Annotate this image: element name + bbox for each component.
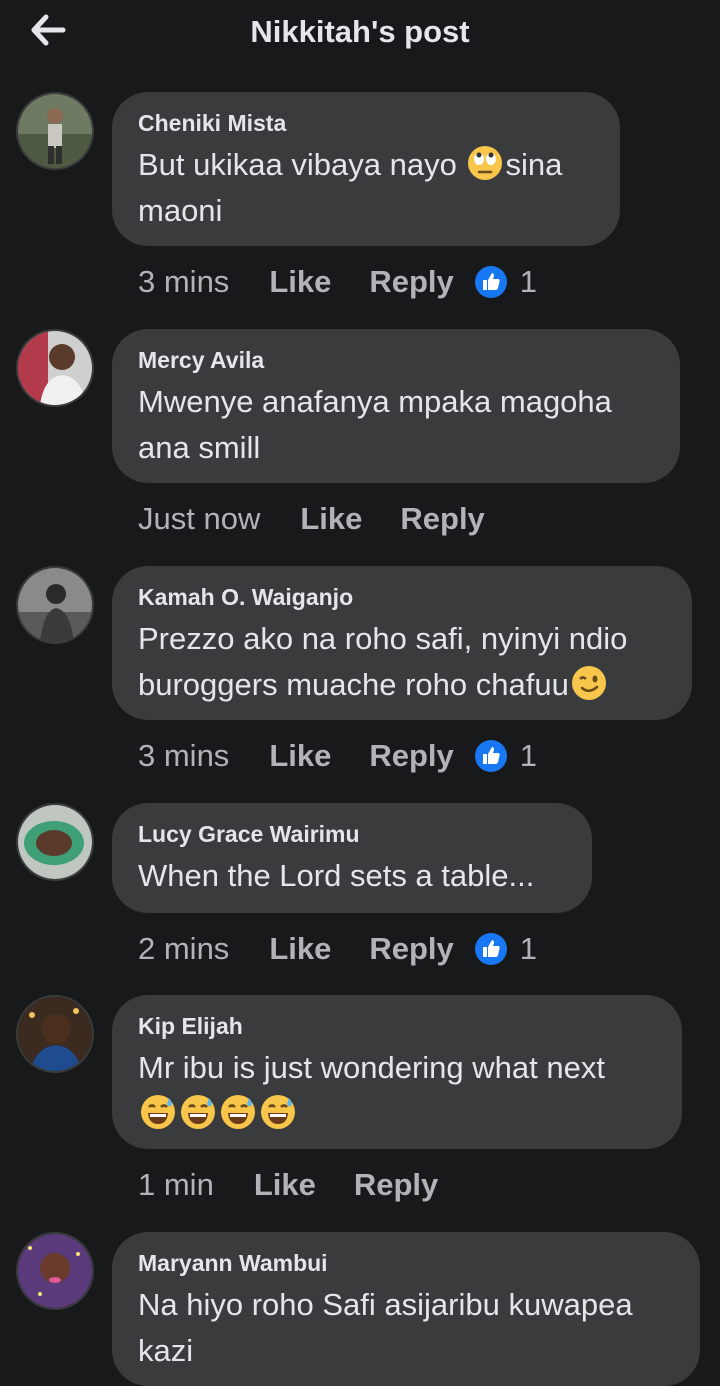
thumbs-up-icon <box>474 266 507 298</box>
avatar[interactable] <box>16 566 94 644</box>
thumbs-up-icon <box>474 740 507 772</box>
comment-bubble[interactable]: Maryann Wambui Na hiyo roho Safi asijari… <box>112 1232 700 1386</box>
like-button[interactable]: Like <box>254 1167 316 1203</box>
comment-item: Kamah O. Waiganjo Prezzo ako na roho saf… <box>0 566 720 786</box>
reply-button[interactable]: Reply <box>369 738 453 774</box>
reaction-count[interactable]: 1 <box>474 931 537 967</box>
comment-time[interactable]: 1 min <box>138 1167 214 1203</box>
reply-button[interactable]: Reply <box>354 1167 438 1203</box>
like-button[interactable]: Like <box>300 501 362 537</box>
comment-text: Na hiyo roho Safi asijaribu kuwapea kazi <box>138 1287 633 1368</box>
reply-button[interactable]: Reply <box>400 501 484 537</box>
avatar[interactable] <box>16 1232 94 1310</box>
grinning-sweat-emoji-icon <box>261 1095 295 1129</box>
comment-actions: 1 min Like Reply <box>138 1163 476 1207</box>
comment-bubble[interactable]: Cheniki Mista But ukikaa vibaya nayo sin… <box>112 92 620 246</box>
comment-text: Mr ibu is just wondering what next <box>138 1045 656 1137</box>
comment-time[interactable]: Just now <box>138 501 260 537</box>
comment-text: Prezzo ako na roho safi, nyinyi ndio bur… <box>138 621 628 702</box>
comment-bubble[interactable]: Kamah O. Waiganjo Prezzo ako na roho saf… <box>112 566 692 720</box>
avatar[interactable] <box>16 803 94 881</box>
like-button[interactable]: Like <box>269 264 331 300</box>
comment-actions: 3 mins Like Reply 1 <box>138 260 537 304</box>
comment-time[interactable]: 2 mins <box>138 931 229 967</box>
comment-text: But ukikaa vibaya nayo sina maoni <box>138 146 563 228</box>
reply-button[interactable]: Reply <box>369 931 453 967</box>
comment-text: Mwenye anafanya mpaka magoha ana smill <box>138 384 612 465</box>
comment-bubble[interactable]: Kip Elijah Mr ibu is just wondering what… <box>112 995 682 1149</box>
comment-bubble[interactable]: Lucy Grace Wairimu When the Lord sets a … <box>112 803 592 913</box>
comment-actions: Just now Like Reply <box>138 497 523 541</box>
header: Nikkitah's post <box>0 0 720 72</box>
comment-time[interactable]: 3 mins <box>138 264 229 300</box>
grinning-sweat-emoji-icon <box>221 1095 255 1129</box>
comment-author[interactable]: Cheniki Mista <box>138 106 594 140</box>
avatar[interactable] <box>16 329 94 407</box>
comment-item: Cheniki Mista But ukikaa vibaya nayo sin… <box>0 92 720 312</box>
comment-author[interactable]: Maryann Wambui <box>138 1246 674 1280</box>
comment-author[interactable]: Lucy Grace Wairimu <box>138 817 566 851</box>
like-button[interactable]: Like <box>269 738 331 774</box>
thumbs-up-icon <box>474 933 507 965</box>
comment-text: When the Lord sets a table... <box>138 858 535 893</box>
winking-face-emoji-icon <box>571 666 606 700</box>
rolling-eyes-emoji-icon <box>468 146 503 180</box>
grinning-sweat-emoji-icon <box>181 1095 215 1129</box>
avatar[interactable] <box>16 995 94 1073</box>
comment-author[interactable]: Kamah O. Waiganjo <box>138 580 666 614</box>
comment-item: Mercy Avila Mwenye anafanya mpaka magoha… <box>0 329 720 549</box>
reaction-count[interactable]: 1 <box>474 738 537 774</box>
page-title: Nikkitah's post <box>250 14 470 49</box>
reply-button[interactable]: Reply <box>369 264 453 300</box>
grinning-sweat-emoji-icon <box>141 1095 175 1129</box>
avatar[interactable] <box>16 92 94 170</box>
comment-time[interactable]: 3 mins <box>138 738 229 774</box>
comment-item: Lucy Grace Wairimu When the Lord sets a … <box>0 803 720 978</box>
comment-item: Maryann Wambui Na hiyo roho Safi asijari… <box>0 1232 720 1386</box>
comment-actions: 2 mins Like Reply 1 <box>138 927 537 971</box>
comment-author[interactable]: Mercy Avila <box>138 343 654 377</box>
comment-actions: 3 mins Like Reply 1 <box>138 734 537 778</box>
comment-bubble[interactable]: Mercy Avila Mwenye anafanya mpaka magoha… <box>112 329 680 483</box>
reaction-count[interactable]: 1 <box>474 264 537 300</box>
comment-item: Kip Elijah Mr ibu is just wondering what… <box>0 995 720 1215</box>
comment-author[interactable]: Kip Elijah <box>138 1009 656 1043</box>
like-button[interactable]: Like <box>269 931 331 967</box>
